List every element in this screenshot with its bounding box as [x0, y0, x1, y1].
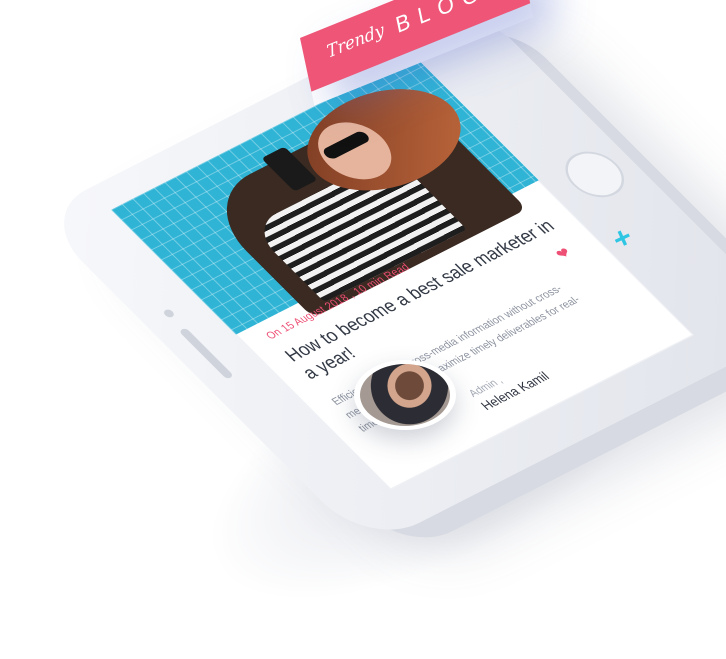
speaker-slot	[178, 327, 234, 380]
author-avatar[interactable]	[354, 360, 456, 430]
banner-script-text: Trendy	[325, 20, 386, 63]
home-button[interactable]	[553, 143, 637, 206]
camera-dot	[162, 308, 176, 319]
avatar-photo	[360, 364, 450, 426]
